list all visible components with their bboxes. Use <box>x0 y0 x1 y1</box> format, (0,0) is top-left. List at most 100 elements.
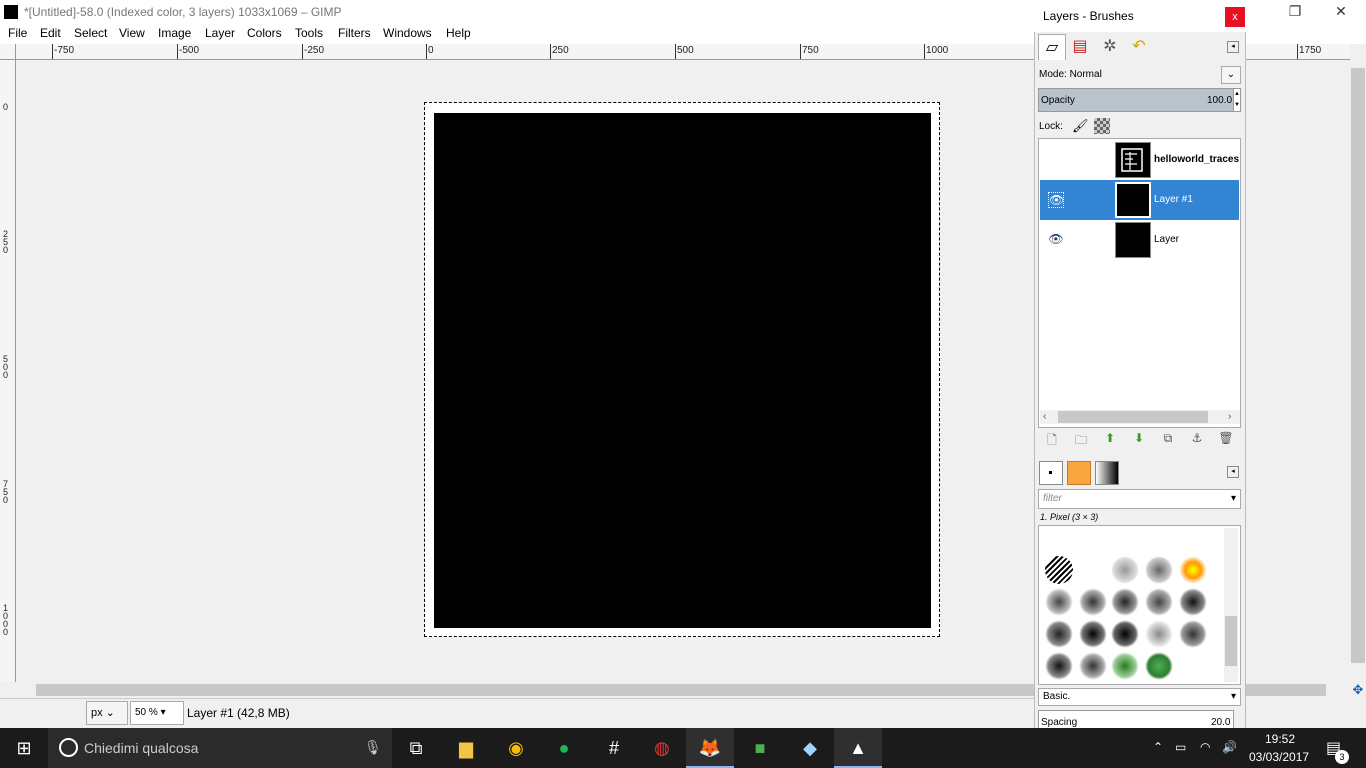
duplicate-layer-icon[interactable]: ⧉ <box>1158 431 1178 447</box>
eye-icon[interactable]: 👁 <box>1048 232 1064 248</box>
scroll-left-icon[interactable]: ‹ <box>1043 411 1046 422</box>
delete-layer-icon[interactable]: 🗑 <box>1216 431 1236 447</box>
brush-filter-placeholder: filter <box>1043 493 1062 504</box>
zoom-select[interactable]: 50 % ▾ <box>130 701 184 725</box>
layer-row[interactable]: 👁 Layer <box>1040 220 1239 260</box>
ruler-label: 0 <box>428 45 434 56</box>
layer-row[interactable]: helloworld_traces. <box>1040 140 1239 180</box>
clock-date[interactable]: 03/03/2017 <box>1249 750 1309 764</box>
gimp-taskbar-icon[interactable]: 🦊 <box>686 728 734 768</box>
app-red-icon[interactable]: ◍ <box>638 728 686 768</box>
ruler-label: 500 <box>677 45 694 56</box>
layer-name[interactable]: helloworld_traces. <box>1154 154 1239 165</box>
brush-item[interactable] <box>1079 620 1107 648</box>
menu-colors[interactable]: Colors <box>247 26 282 40</box>
brush-item[interactable] <box>1179 620 1207 648</box>
layer-name[interactable]: Layer <box>1154 234 1239 245</box>
image-viewer-icon[interactable]: ▲ <box>834 728 882 768</box>
brush-item[interactable] <box>1111 652 1139 680</box>
restore-button[interactable]: ❐ <box>1272 0 1318 24</box>
file-explorer-icon[interactable]: ▆ <box>442 728 490 768</box>
ruler-corner[interactable] <box>0 44 16 60</box>
menu-image[interactable]: Image <box>158 26 191 40</box>
volume-icon[interactable]: 🔊 <box>1222 740 1237 754</box>
menu-edit[interactable]: Edit <box>40 26 61 40</box>
chrome-icon[interactable]: ◉ <box>492 728 540 768</box>
clock-time[interactable]: 19:52 <box>1265 732 1295 746</box>
brush-filter-input[interactable]: filter ▾ <box>1038 489 1241 509</box>
tray-expand-icon[interactable]: ⌃ <box>1153 740 1163 754</box>
layers-scroll-thumb[interactable] <box>1058 411 1208 423</box>
ruler-label: -250 <box>304 45 325 56</box>
brush-item[interactable] <box>1145 620 1173 648</box>
image-canvas[interactable] <box>434 113 931 628</box>
brushes-menu-icon[interactable]: ◂ <box>1227 466 1239 478</box>
new-layer-icon[interactable]: 🗋 <box>1042 431 1062 447</box>
paths-tab-icon[interactable]: ✲ <box>1096 34 1124 60</box>
menu-filters[interactable]: Filters <box>338 26 371 40</box>
microphone-icon[interactable]: 🎙 <box>364 739 382 756</box>
gradients-tab-icon[interactable] <box>1095 461 1119 485</box>
brush-grid[interactable] <box>1038 525 1241 685</box>
dock-menu-icon[interactable]: ◂ <box>1227 41 1239 53</box>
brush-item[interactable] <box>1145 588 1173 616</box>
brush-item[interactable] <box>1045 556 1073 584</box>
ruler-vertical[interactable]: 0 250 500 750 1000 <box>0 60 16 682</box>
vertical-scroll-thumb[interactable] <box>1351 68 1365 663</box>
unit-select[interactable]: px ⌄ <box>86 701 128 725</box>
brush-item[interactable] <box>1079 588 1107 616</box>
patterns-tab-icon[interactable] <box>1067 461 1091 485</box>
wifi-icon[interactable]: ◠ <box>1200 740 1210 754</box>
brush-item[interactable] <box>1045 588 1073 616</box>
brush-item[interactable] <box>1111 620 1139 648</box>
task-view-icon[interactable]: ⧉ <box>392 728 440 768</box>
pepper-brush-item[interactable] <box>1145 652 1173 680</box>
channels-tab-icon[interactable]: ▤ <box>1066 34 1094 60</box>
mode-dropdown-button[interactable]: ⌄ <box>1221 66 1241 84</box>
brush-item[interactable] <box>1179 556 1207 584</box>
dock-close-button[interactable]: x <box>1225 7 1245 27</box>
raise-layer-icon[interactable]: ⬆ <box>1100 431 1120 447</box>
brush-item[interactable] <box>1111 588 1139 616</box>
menu-view[interactable]: View <box>119 26 145 40</box>
navigate-icon[interactable]: ✥ <box>1351 683 1365 697</box>
slack-icon[interactable]: # <box>590 728 638 768</box>
scroll-right-icon[interactable]: › <box>1228 411 1231 422</box>
battery-icon[interactable]: ▭ <box>1175 740 1186 754</box>
evernote-icon[interactable]: ■ <box>736 728 784 768</box>
brush-item[interactable] <box>1179 588 1207 616</box>
cortana-icon <box>59 738 78 757</box>
opacity-spinner[interactable]: ▲ ▼ <box>1233 88 1241 112</box>
anchor-layer-icon[interactable]: ⚓ <box>1187 431 1207 447</box>
new-layer-group-icon[interactable]: 🗀 <box>1071 431 1091 447</box>
lock-alpha-icon[interactable] <box>1094 118 1110 134</box>
brush-item[interactable] <box>1045 652 1073 680</box>
undo-history-tab-icon[interactable]: ↶ <box>1125 34 1153 60</box>
menu-layer[interactable]: Layer <box>205 26 235 40</box>
brush-preset-select[interactable]: Basic. ▾ <box>1038 688 1241 706</box>
brush-item[interactable] <box>1079 652 1107 680</box>
brush-scroll-thumb[interactable] <box>1225 616 1237 666</box>
lock-pixels-icon[interactable]: 🖌 <box>1072 118 1089 134</box>
spotify-icon[interactable]: ● <box>540 728 588 768</box>
menu-tools[interactable]: Tools <box>295 26 323 40</box>
lower-layer-icon[interactable]: ⬇ <box>1129 431 1149 447</box>
brush-item[interactable] <box>1111 556 1139 584</box>
layer-name[interactable]: Layer #1 <box>1154 194 1239 205</box>
menu-help[interactable]: Help <box>446 26 471 40</box>
windows-start-icon[interactable]: ⊞ <box>0 728 48 768</box>
status-message: Layer #1 (42,8 MB) <box>187 706 290 720</box>
close-button[interactable]: ✕ <box>1318 0 1364 24</box>
ruler-label: 0 <box>3 102 9 112</box>
brush-item[interactable] <box>1145 556 1173 584</box>
search-placeholder: Chiedimi qualcosa <box>84 740 199 756</box>
app-blue-icon[interactable]: ◆ <box>786 728 834 768</box>
menu-file[interactable]: File <box>8 26 27 40</box>
brush-item[interactable] <box>1045 620 1073 648</box>
layers-tab-icon[interactable]: ▱ <box>1038 34 1066 60</box>
menu-select[interactable]: Select <box>74 26 107 40</box>
eye-icon[interactable]: 👁 <box>1048 192 1064 208</box>
layer-row-selected[interactable]: 👁 Layer #1 <box>1040 180 1239 220</box>
unit-value: px <box>91 707 103 719</box>
menu-windows[interactable]: Windows <box>383 26 432 40</box>
